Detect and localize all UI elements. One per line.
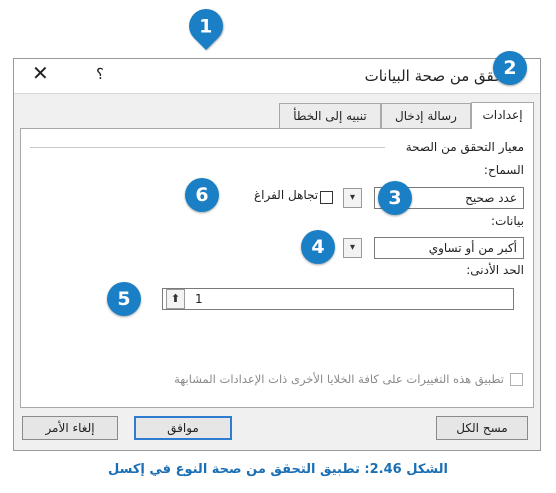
callout-1: 1: [181, 1, 231, 51]
minimum-field[interactable]: 1: [162, 288, 514, 310]
callout-5: 5: [107, 282, 141, 316]
callout-4: 4: [301, 230, 335, 264]
figure-caption: الشكل 2.46: تطبيق التحقق من صحة النوع في…: [108, 462, 448, 477]
group-divider: [30, 147, 385, 148]
allow-label: السماح:: [483, 163, 524, 177]
clear-all-button[interactable]: مسح الكل: [436, 416, 528, 440]
title-bar: ✕ ؟ تحقق من صحة البيانات: [14, 59, 540, 94]
apply-all-checkbox[interactable]: [510, 373, 523, 386]
data-select[interactable]: أكبر من أو تساوي: [374, 237, 524, 259]
chevron-down-icon[interactable]: ▾: [343, 238, 362, 258]
ignore-blank-checkbox[interactable]: [320, 191, 333, 204]
callout-3: 3: [378, 181, 412, 215]
chevron-down-icon[interactable]: ▾: [343, 188, 362, 208]
cancel-button[interactable]: إلغاء الأمر: [22, 416, 118, 440]
close-icon[interactable]: ✕: [32, 61, 49, 85]
ok-button[interactable]: موافق: [134, 416, 232, 440]
minimum-label: الحد الأدنى:: [466, 263, 524, 277]
help-icon[interactable]: ؟: [96, 65, 104, 83]
tab-settings[interactable]: إعدادات: [471, 102, 534, 129]
data-validation-dialog: ✕ ؟ تحقق من صحة البيانات إعدادات رسالة إ…: [13, 58, 541, 451]
range-selector-icon[interactable]: ⬆: [166, 289, 185, 309]
callout-2: 2: [493, 51, 527, 85]
data-label: بيانات:: [491, 214, 524, 228]
dialog-title: تحقق من صحة البيانات: [364, 67, 508, 85]
ignore-blank-label: تجاهل الفراغ: [254, 188, 319, 202]
tab-strip: إعدادات رسالة إدخال تنبيه إلى الخطأ: [14, 102, 540, 129]
validation-criteria-group-label: معيار التحقق من الصحة: [405, 140, 524, 154]
callout-6: 6: [185, 178, 219, 212]
settings-panel: [20, 128, 534, 408]
tab-input-message[interactable]: رسالة إدخال: [381, 103, 471, 128]
tab-error-alert[interactable]: تنبيه إلى الخطأ: [279, 103, 381, 128]
apply-all-label: تطبيق هذه التغييرات على كافة الخلايا الأ…: [174, 372, 504, 386]
minimum-value: 1: [195, 292, 203, 306]
